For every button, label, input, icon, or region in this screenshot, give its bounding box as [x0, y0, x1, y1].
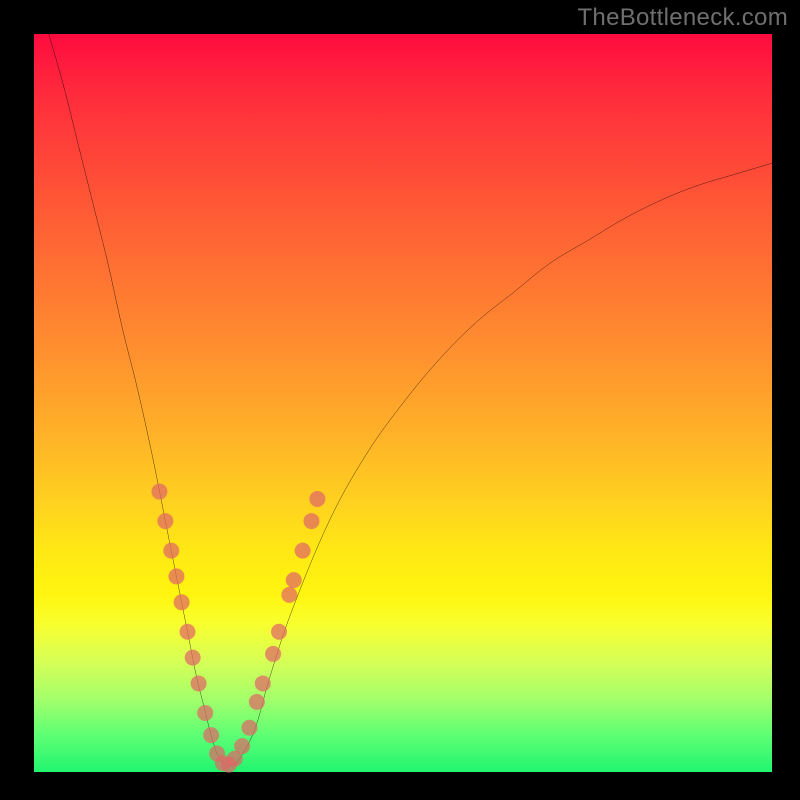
highlight-point	[303, 513, 319, 529]
highlight-point	[255, 675, 271, 691]
chart-svg	[34, 34, 772, 772]
highlight-point	[309, 491, 325, 507]
bottleneck-curve	[49, 34, 772, 766]
highlight-point	[295, 543, 311, 559]
highlight-point	[157, 513, 173, 529]
highlight-point	[151, 484, 167, 500]
highlight-points-group	[151, 484, 325, 773]
highlight-point	[191, 675, 207, 691]
highlight-point	[180, 624, 196, 640]
highlight-point	[265, 646, 281, 662]
highlight-point	[185, 650, 201, 666]
highlight-point	[163, 543, 179, 559]
highlight-point	[286, 572, 302, 588]
plot-area	[34, 34, 772, 772]
highlight-point	[203, 727, 219, 743]
highlight-point	[271, 624, 287, 640]
highlight-point	[174, 594, 190, 610]
highlight-point	[241, 720, 257, 736]
highlight-point	[197, 705, 213, 721]
highlight-point	[281, 587, 297, 603]
highlight-point	[168, 568, 184, 584]
chart-container: TheBottleneck.com	[0, 0, 800, 800]
highlight-point	[234, 738, 250, 754]
watermark-text: TheBottleneck.com	[577, 4, 788, 32]
highlight-point	[249, 694, 265, 710]
